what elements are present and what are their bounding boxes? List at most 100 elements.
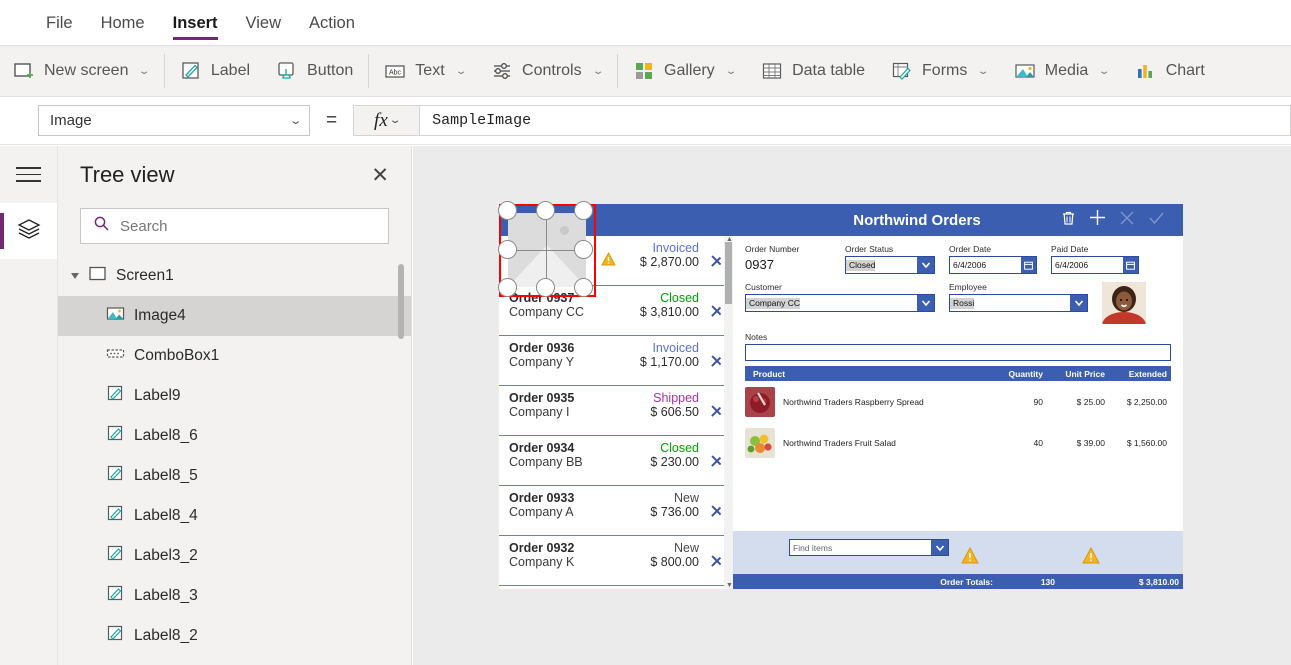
menu-item-view[interactable]: View [232,1,295,45]
check-icon[interactable] [1148,210,1165,231]
tree-node-combobox1[interactable]: ComboBox1 [58,336,411,376]
product-unit-price: $ 39.00 [1076,437,1105,448]
property-select[interactable]: Image ⌄ [38,105,310,136]
ribbon-label: Label [210,62,251,79]
formula-input[interactable]: SampleImage [419,105,1291,136]
resize-handle-w[interactable] [498,240,517,259]
chevron-right-icon[interactable] [711,449,723,471]
order-row[interactable]: Order 0934 Closed Company BB $ 230.00 [499,436,733,486]
chevron-right-icon[interactable] [711,549,723,571]
tree-scrollbar[interactable] [398,264,404,339]
tree-node-screen1[interactable]: Screen1 [58,256,411,296]
plus-icon[interactable] [1089,209,1106,231]
tree-node-label: Label8_6 [134,427,198,444]
order-row[interactable]: Order 0932 New Company K $ 800.00 [499,536,733,586]
tree-node-label3-2[interactable]: Label3_2 [58,536,411,576]
chart-icon [1135,60,1157,82]
selected-image-control[interactable] [498,201,596,297]
ribbon-chart-button[interactable]: Chart [1122,51,1218,91]
resize-handle-e[interactable] [574,240,593,259]
image-icon [106,304,125,328]
product-row[interactable]: Northwind Traders Raspberry Spread 90 $ … [745,381,1171,422]
menu-item-file[interactable]: File [32,1,87,45]
ribbon-button-button[interactable]: Button [263,51,366,91]
order-row[interactable]: Order 0935 Shipped Company I $ 606.50 [499,386,733,436]
fx-button[interactable]: fx ⌄ [353,105,420,136]
find-items-placeholder: Find items [793,542,833,553]
tree-node-label8-5[interactable]: Label8_5 [58,456,411,496]
paid-date-picker[interactable]: 6/4/2006 [1051,256,1139,274]
ribbon-label: Gallery [664,62,715,79]
calendar-icon[interactable] [1123,257,1138,273]
tree-node-label8-4[interactable]: Label8_4 [58,496,411,536]
tree-node-label: Label8_3 [134,587,198,604]
chevron-down-icon[interactable] [1070,295,1087,311]
order-gallery: Order 0938 Invoiced Company ... $ 2,870.… [498,201,733,589]
tree-node-label9[interactable]: Label9 [58,376,411,416]
order-date-picker[interactable]: 6/4/2006 [949,256,1037,274]
find-items-combobox[interactable]: Find items [789,539,949,556]
label-icon [106,384,125,408]
field-notes: Notes [745,332,1171,361]
chevron-down-icon[interactable] [917,257,934,273]
menu-item-action[interactable]: Action [295,1,369,45]
ribbon-gallery-button[interactable]: Gallery ⌄ [620,51,748,91]
tree-node-label: Image4 [134,307,186,324]
notes-input[interactable] [745,344,1171,361]
rail-item-tree-view[interactable] [0,203,57,259]
chevron-right-icon[interactable] [711,299,723,321]
resize-handle-nw[interactable] [498,201,517,220]
chevron-right-icon[interactable] [711,349,723,371]
order-amount: $ 2,870.00 [639,255,699,269]
menu-item-home[interactable]: Home [87,1,159,45]
order-row[interactable]: Order 0933 New Company A $ 736.00 [499,486,733,536]
employee-dropdown[interactable]: Rossi [949,294,1088,312]
resize-handle-n[interactable] [536,201,555,220]
calendar-icon[interactable] [1021,257,1036,273]
resize-handle-ne[interactable] [574,201,593,220]
cancel-x-icon[interactable] [1119,210,1135,231]
chevron-right-icon[interactable] [711,499,723,521]
chevron-right-icon[interactable] [711,399,723,421]
scrollbar-thumb[interactable] [725,242,732,304]
chevron-down-icon[interactable] [931,540,948,555]
field-employee: Employee Rossi [949,282,1088,324]
ribbon-new-screen-button[interactable]: New screen ⌄ [0,51,162,91]
chevron-right-icon[interactable] [711,249,723,271]
resize-handle-se[interactable] [574,278,593,297]
ribbon-text-button[interactable]: Abc Text ⌄ [371,51,478,91]
order-totals-quantity: 130 [1040,576,1055,587]
order-footer: Find items Order Totals: 130 $ 3,810.00 [733,531,1183,589]
scroll-down-icon[interactable]: ▼ [726,582,733,589]
tree-node-label: Label3_2 [134,547,198,564]
expand-triangle-icon[interactable] [71,273,79,279]
tree-node-label8-3[interactable]: Label8_3 [58,576,411,616]
menu-item-insert[interactable]: Insert [159,1,232,45]
resize-handle-s[interactable] [536,278,555,297]
chevron-down-icon[interactable] [917,295,934,311]
customer-dropdown[interactable]: Company CC [745,294,935,312]
trash-icon[interactable] [1061,210,1076,231]
ribbon-media-button[interactable]: Media ⌄ [1001,51,1122,91]
resize-handle-sw[interactable] [498,278,517,297]
product-row[interactable]: Northwind Traders Fruit Salad 40 $ 39.00… [745,422,1171,463]
tree-node-label8-2[interactable]: Label8_2 [58,616,411,656]
ribbon-label-button[interactable]: Label [167,51,263,91]
hamburger-menu-button[interactable] [0,146,57,203]
ribbon-forms-button[interactable]: Forms ⌄ [878,51,1001,91]
field-label: Employee [949,282,987,292]
ribbon-controls-button[interactable]: Controls ⌄ [478,51,615,91]
ribbon-label: Chart [1165,62,1205,79]
tree-node-image4[interactable]: Image4 [58,296,411,336]
order-status-dropdown[interactable]: Closed [845,256,935,274]
search-input[interactable]: Search [80,208,389,244]
tree-node-label8-6[interactable]: Label8_6 [58,416,411,456]
order-row[interactable]: Order 0936 Invoiced Company Y $ 1,170.00 [499,336,733,386]
ribbon-data-table-button[interactable]: Data table [748,51,878,91]
screen-icon [88,264,107,288]
chevron-down-icon: ⌄ [724,65,738,77]
gallery-scrollbar[interactable]: ▲ ▼ [724,236,733,589]
close-icon[interactable]: ✕ [371,165,389,186]
column-header-unitprice: Unit Price [1065,368,1105,379]
ribbon-separator [368,54,370,88]
